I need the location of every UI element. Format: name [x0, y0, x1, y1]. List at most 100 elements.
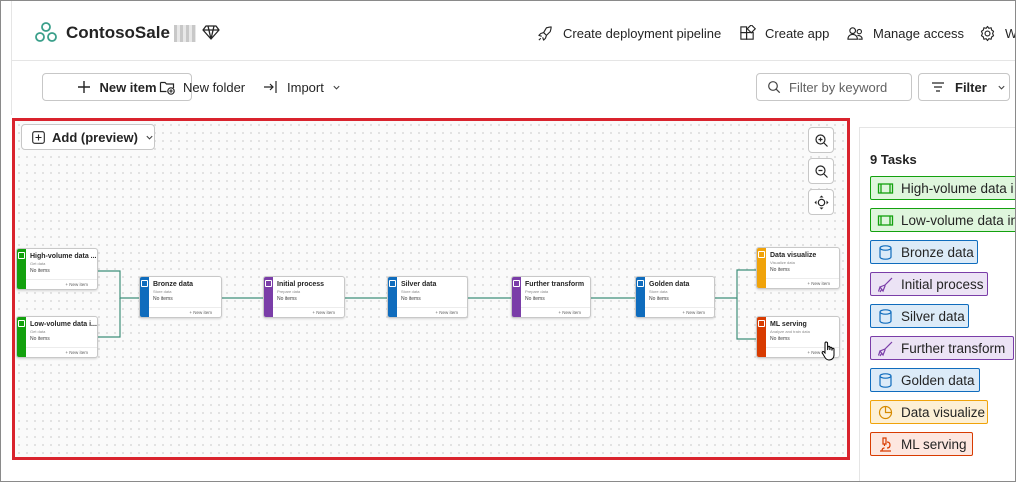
task-chip-initial-process[interactable]: Initial process	[870, 272, 988, 296]
node-color-bar	[17, 249, 26, 289]
node-new-item-button[interactable]: + New item	[65, 282, 88, 287]
node-status: No items	[277, 296, 297, 302]
zoom-in-button[interactable]	[808, 127, 834, 153]
task-chip-ml-serving[interactable]: ML serving	[870, 432, 973, 456]
manage-access-button[interactable]: Manage access	[847, 25, 964, 42]
task-chip-silver-data[interactable]: Silver data	[870, 304, 969, 328]
node-new-item-button[interactable]: + New item	[189, 310, 212, 315]
node-new-item-button[interactable]: + New item	[807, 281, 830, 286]
create-deployment-pipeline-label: Create deployment pipeline	[563, 26, 722, 41]
premium-diamond-icon	[202, 25, 220, 40]
node-status: No items	[770, 267, 790, 273]
task-node-data-visualize[interactable]: Data visualize Visualize data No items +…	[756, 247, 840, 289]
task-chip-further-transform[interactable]: Further transform	[870, 336, 1014, 360]
node-status: No items	[770, 336, 790, 342]
task-node-silver-data[interactable]: Silver data Store data No items + New it…	[387, 276, 468, 318]
node-new-item-button[interactable]: + New item	[65, 350, 88, 355]
filter-label: Filter	[955, 79, 987, 95]
node-subtitle: Prepare data	[277, 289, 301, 294]
new-item-label: New item	[99, 79, 157, 95]
create-deployment-pipeline-button[interactable]: Create deployment pipeline	[537, 25, 721, 42]
create-app-button[interactable]: Create app	[739, 25, 829, 42]
task-chip-golden-data[interactable]: Golden data	[870, 368, 980, 392]
node-title: Golden data	[649, 281, 690, 288]
node-color-bar	[757, 248, 766, 288]
workspace-settings-label: W	[1005, 26, 1015, 41]
workspace-name: ContosoSale	[66, 23, 170, 42]
node-subtitle: Prepare data	[525, 289, 549, 294]
node-new-item-label: New item	[316, 310, 335, 315]
node-subtitle: Get data	[30, 261, 46, 266]
people-icon	[847, 27, 863, 40]
node-new-item-label: New item	[811, 281, 830, 286]
task-flow-canvas[interactable]: Add (preview) High-volume data ... Get d…	[12, 118, 850, 460]
broom-icon	[265, 280, 272, 287]
task-node-further-transform[interactable]: Further transform Prepare data No items …	[511, 276, 591, 318]
node-title: Further transform	[525, 281, 585, 288]
task-node-high-volume-data[interactable]: High-volume data ... Get data No items +…	[16, 248, 98, 290]
add-task-label: Add (preview)	[52, 129, 138, 145]
task-chip-data-visualize[interactable]: Data visualize	[870, 400, 988, 424]
node-status: No items	[649, 296, 669, 302]
import-button[interactable]: Import	[263, 79, 341, 95]
gear-icon	[980, 25, 995, 42]
get-data-icon	[877, 214, 894, 226]
filter-button[interactable]: Filter	[918, 73, 1010, 101]
broom-icon	[513, 280, 520, 287]
node-color-bar	[264, 277, 273, 317]
node-subtitle: Store data	[649, 289, 668, 294]
node-color-bar	[140, 277, 149, 317]
task-chip-high-volume-data[interactable]: High-volume data i	[870, 176, 1015, 200]
database-icon	[389, 280, 396, 287]
hand-pointer-icon	[821, 341, 835, 361]
get-data-icon	[18, 252, 25, 259]
add-task-button[interactable]: Add (preview)	[21, 124, 155, 150]
microscope-icon	[758, 320, 765, 327]
fit-view-icon	[814, 195, 828, 209]
database-icon	[879, 244, 892, 260]
new-folder-button[interactable]: New folder	[159, 79, 245, 95]
task-chip-bronze-data[interactable]: Bronze data	[870, 240, 978, 264]
filter-lines-icon	[932, 82, 944, 92]
node-title: Bronze data	[153, 281, 194, 288]
node-color-bar	[757, 317, 766, 357]
database-icon	[879, 372, 892, 388]
node-new-item-button[interactable]: + New item	[435, 310, 458, 315]
task-node-golden-data[interactable]: Golden data Store data No items + New it…	[635, 276, 715, 318]
broom-icon	[877, 277, 893, 292]
node-new-item-button[interactable]: + New item	[558, 310, 581, 315]
database-icon	[141, 280, 148, 287]
workspace-toolbar: New item New folder Import Filter by key…	[11, 61, 1015, 115]
task-node-initial-process[interactable]: Initial process Prepare data No items + …	[263, 276, 345, 318]
tasks-panel: 9 Tasks High-volume data i Low-volume da…	[859, 127, 1015, 481]
node-status: No items	[525, 296, 545, 302]
create-app-label: Create app	[765, 26, 830, 41]
node-subtitle: Store data	[401, 289, 420, 294]
get-data-icon	[877, 182, 894, 194]
task-chip-label: Golden data	[901, 372, 975, 388]
fit-to-view-button[interactable]	[808, 189, 834, 215]
task-node-bronze-data[interactable]: Bronze data Store data No items + New it…	[139, 276, 222, 318]
search-icon	[768, 81, 781, 94]
node-subtitle: Get data	[30, 329, 46, 334]
zoom-out-button[interactable]	[808, 158, 834, 184]
chevron-down-icon	[146, 135, 153, 140]
app-window: ContosoSale Create deployment pipeline C…	[0, 0, 1016, 482]
node-status: No items	[30, 336, 50, 342]
filter-keyword-input[interactable]: Filter by keyword	[756, 73, 912, 101]
node-new-item-button[interactable]: + New item	[682, 310, 705, 315]
database-icon	[637, 280, 644, 287]
task-chip-label: High-volume data i	[901, 180, 1014, 196]
node-new-item-button[interactable]: + New item	[312, 310, 335, 315]
zoom-out-icon	[814, 164, 828, 178]
database-icon	[879, 308, 892, 324]
manage-access-label: Manage access	[873, 26, 965, 41]
workspace-settings-button[interactable]: W	[979, 25, 1015, 42]
task-chip-label: Further transform	[901, 340, 1006, 356]
node-color-bar	[512, 277, 521, 317]
app-icon	[740, 25, 756, 40]
task-node-low-volume-data[interactable]: Low-volume data i... Get data No items +…	[16, 316, 98, 358]
node-subtitle: Store data	[153, 289, 172, 294]
task-chip-low-volume-data[interactable]: Low-volume data in	[870, 208, 1015, 232]
node-title: ML serving	[770, 321, 807, 328]
